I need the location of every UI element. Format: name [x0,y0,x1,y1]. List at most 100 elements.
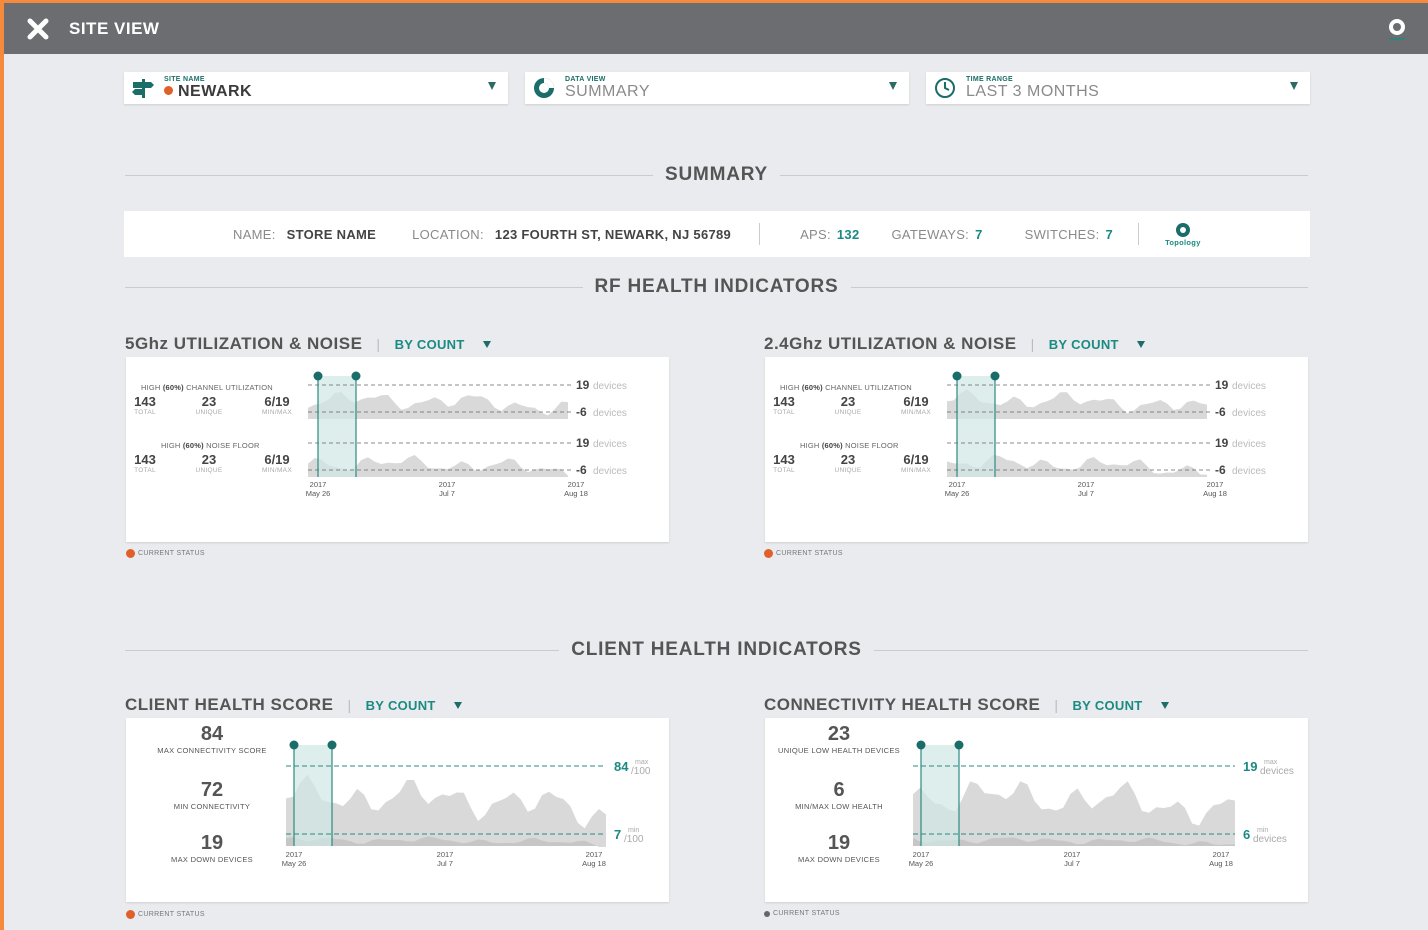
aps-value: 132 [836,226,860,242]
site-status-dot [164,86,173,95]
by-count-button[interactable]: BY COUNT [366,698,436,713]
selection-handle [952,371,962,381]
threshold-unit-top: min [1257,827,1268,834]
rf-5ghz-card: HIGH (60%) CHANNEL UTILIZATION 143 TOTAL … [126,357,669,542]
selection-handle [327,740,337,750]
window-left-accent [0,0,4,930]
health-area [286,774,606,846]
site-name-select[interactable]: SITE NAME NEWARK [124,72,508,104]
switches-key: SWITCHES: [1024,226,1100,242]
rf-24ghz-chart: 19 devices-6 devices19 devices-6 devices2017… [945,371,1266,498]
axis-year-label: 2017 [286,850,303,859]
threshold-value: 6 [1243,827,1250,842]
max-down-devices-stat: 19 MAX DOWN DEVICES [171,832,253,864]
by-count-button[interactable]: BY COUNT [395,337,465,352]
by-count-button[interactable]: BY COUNT [1049,337,1119,352]
top-bar: SITE VIEW [4,3,1428,54]
chevron-down-icon[interactable] [1136,340,1145,348]
axis-date-label: Aug 18 [1209,859,1233,868]
axis-date-label: May 26 [282,859,307,868]
threshold-value: 19 [1215,378,1229,392]
data-view-value: SUMMARY [565,83,650,100]
time-range-select[interactable]: TIME RANGE LAST 3 MONTHS [926,72,1310,104]
gateways-key: GATEWAYS: [891,226,970,242]
axis-year-label: 2017 [1207,480,1224,489]
threshold-value: 19 [1215,436,1229,450]
rf-heading: RF HEALTH INDICATORS [125,276,1308,298]
axis-year-label: 2017 [437,850,454,859]
axis-date-label: Aug 18 [582,859,606,868]
utilization-stats: HIGH (60%) CHANNEL UTILIZATION 143 TOTAL … [134,383,292,416]
connectivity-health-card: 23 UNIQUE LOW HEALTH DEVICES 6 MIN/MAX LOW… [765,718,1308,902]
noise-stats: HIGH (60%) NOISE FLOOR 143 TOTAL 23 UNIQUE… [773,441,931,474]
brand-logo-icon [1384,15,1410,46]
client-heading: CLIENT HEALTH INDICATORS [125,639,1308,661]
axis-date-label: Aug 18 [1203,489,1227,498]
close-button[interactable] [18,9,58,49]
selection-band [318,376,356,477]
page-title: SITE VIEW [69,18,160,38]
summary-card: NAME: STORE NAME LOCATION: 123 FOURTH ST… [124,211,1310,257]
close-icon [27,18,49,39]
threshold-unit-top: max [1264,759,1278,766]
topology-button[interactable]: Topology [1165,222,1201,247]
time-range-value: LAST 3 MONTHS [966,83,1100,100]
time-range-label: TIME RANGE [966,76,1013,83]
current-status-legend: CURRENT STATUS [126,910,205,919]
chevron-down-icon[interactable] [453,701,462,709]
name-key: NAME: [233,226,276,242]
client-health-card: 84 MAX CONNECTIVITY SCORE 72 MIN CONNECTIV… [126,718,669,902]
axis-year-label: 2017 [1078,480,1095,489]
site-name-label: SITE NAME [164,76,205,83]
health-area [913,781,1235,846]
min-max-low-health-stat: 6 MIN/MAX LOW HEALTH [795,779,883,811]
signpost-icon [130,75,156,101]
axis-date-label: Aug 18 [564,489,588,498]
selection-handle [954,740,964,750]
current-status-legend: CURRENT STATUS [764,910,840,917]
selection-handle [990,371,1000,381]
axis-date-label: Jul 7 [437,859,453,868]
max-connectivity-stat: 84 MAX CONNECTIVITY SCORE [157,723,267,755]
threshold-unit: devices [593,439,627,450]
threshold-unit: devices [1232,381,1266,392]
chevron-down-icon [488,82,496,90]
threshold-unit: devices [593,466,627,477]
threshold-unit-bottom: devices [1253,834,1287,845]
min-connectivity-stat: 72 MIN CONNECTIVITY [173,779,251,811]
connectivity-health-chart: 19 maxdevices6 mindevices2017May 262017Jul… [909,740,1294,868]
selection-handle [916,740,926,750]
threshold-unit: devices [593,381,627,392]
current-status-legend: CURRENT STATUS [126,549,205,558]
axis-year-label: 2017 [568,480,585,489]
location-value: 123 FOURTH ST, NEWARK, NJ 56789 [494,226,732,242]
axis-year-label: 2017 [1213,850,1230,859]
data-view-icon [531,75,557,101]
rf-24ghz-card: HIGH (60%) CHANNEL UTILIZATION 143 TOTAL … [765,357,1308,542]
chevron-down-icon[interactable] [482,340,491,348]
threshold-unit-bottom: devices [1260,766,1294,777]
current-status-legend: CURRENT STATUS [764,549,843,558]
unique-low-health-stat: 23 UNIQUE LOW HEALTH DEVICES [778,723,900,755]
axis-date-label: May 26 [945,489,969,498]
name-value: STORE NAME [286,226,377,242]
site-name-value: NEWARK [178,83,253,100]
threshold-unit: devices [1232,408,1266,419]
threshold-unit-top: max [635,759,649,766]
threshold-unit: devices [1232,466,1266,477]
selection-handle [351,371,361,381]
clock-icon [932,75,958,101]
threshold-value: 19 [576,436,590,450]
selection-band [921,745,959,846]
by-count-button[interactable]: BY COUNT [1072,698,1142,713]
selection-handle [289,740,299,750]
divider [759,223,761,245]
chevron-down-icon[interactable] [1160,701,1169,709]
max-down-devices-stat: 19 MAX DOWN DEVICES [798,832,880,864]
client-health-chart: 84 max/1007 min/1002017May 262017Jul 72017… [282,740,651,868]
data-view-select[interactable]: DATA VIEW SUMMARY [525,72,909,104]
threshold-unit: devices [593,408,627,419]
client-health-title: CLIENT HEALTH SCORE | BY COUNT [125,695,462,715]
rf-24ghz-title: 2.4Ghz UTILIZATION & NOISE | BY COUNT [764,334,1145,354]
axis-date-label: May 26 [306,489,330,498]
